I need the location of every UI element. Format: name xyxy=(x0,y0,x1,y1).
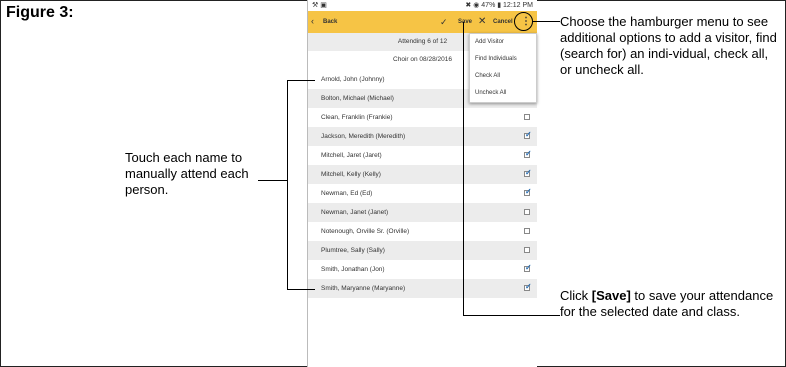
status-right: ✖ ◉ 47% ▮ 12:12 PM xyxy=(465,2,533,9)
check-icon: ✓ xyxy=(525,168,532,177)
list-item[interactable]: Smith, Maryanne (Maryanne) ✓ xyxy=(308,279,537,298)
attendance-checkbox[interactable]: ✓ xyxy=(524,187,532,196)
attendance-checkbox[interactable]: ✓ xyxy=(524,168,532,177)
app-bar: ‹ Back ✓ Save ✕ Cancel ⋮ xyxy=(308,11,537,33)
check-icon: ✓ xyxy=(525,282,532,291)
list-item[interactable]: Mitchell, Kelly (Kelly) ✓ xyxy=(308,165,537,184)
person-name: Mitchell, Kelly (Kelly) xyxy=(321,171,381,178)
list-item[interactable]: Smith, Jonathan (Jon) ✓ xyxy=(308,260,537,279)
back-icon[interactable]: ‹ xyxy=(311,16,314,26)
close-icon[interactable]: ✕ xyxy=(478,16,486,27)
save-button[interactable]: Save xyxy=(458,19,472,25)
list-item[interactable]: Clean, Franklin (Frankie) xyxy=(308,108,537,127)
cancel-button[interactable]: Cancel xyxy=(493,19,513,25)
attendance-checkbox[interactable] xyxy=(524,228,530,234)
attendance-checkbox[interactable] xyxy=(524,209,530,215)
check-icon: ✓ xyxy=(525,149,532,158)
list-item[interactable]: Mitchell, Jaret (Jaret) ✓ xyxy=(308,146,537,165)
list-item[interactable]: Newman, Ed (Ed) ✓ xyxy=(308,184,537,203)
names-bracket-vertical xyxy=(287,80,288,290)
check-icon: ✓ xyxy=(525,263,532,272)
person-name: Mitchell, Jaret (Jaret) xyxy=(321,152,382,159)
save-callout-vertical xyxy=(463,22,464,316)
attendance-checkbox[interactable]: ✓ xyxy=(524,130,532,139)
person-name: Smith, Maryanne (Maryanne) xyxy=(321,285,406,292)
person-name: Jackson, Meredith (Meredith) xyxy=(321,133,406,140)
menu-item[interactable]: Check All xyxy=(470,68,536,85)
menu-item[interactable]: Find Individuals xyxy=(470,51,536,68)
list-item[interactable]: Notenough, Orville Sr. (Orville) xyxy=(308,222,537,241)
status-left-icons: ⚒ ▣ xyxy=(312,2,327,9)
attendance-checkbox[interactable]: ✓ xyxy=(524,263,532,272)
person-name: Clean, Franklin (Frankie) xyxy=(321,114,393,121)
check-icon: ✓ xyxy=(525,130,532,139)
menu-highlight-circle xyxy=(514,12,533,31)
person-name: Newman, Janet (Janet) xyxy=(321,209,389,216)
menu-item[interactable]: Add Visitor xyxy=(470,34,536,51)
attendance-list: Arnold, John (Johnny) Bolton, Michael (Mi… xyxy=(308,70,537,298)
person-name: Plumtree, Sally (Sally) xyxy=(321,247,385,254)
attendance-checkbox[interactable] xyxy=(524,114,530,120)
save-annotation: Click [Save] to save your attendance for… xyxy=(560,288,782,320)
attendance-checkbox[interactable] xyxy=(524,247,530,253)
list-item[interactable]: Jackson, Meredith (Meredith) ✓ xyxy=(308,127,537,146)
menu-callout-line xyxy=(533,21,560,22)
person-name: Smith, Jonathan (Jon) xyxy=(321,266,385,273)
names-bracket-top xyxy=(287,80,315,81)
list-item[interactable]: Plumtree, Sally (Sally) xyxy=(308,241,537,260)
menu-item[interactable]: Uncheck All xyxy=(470,85,536,102)
attendance-checkbox[interactable]: ✓ xyxy=(524,282,532,291)
overflow-menu: Add Visitor Find Individuals Check All Unch… xyxy=(469,33,537,103)
names-annotation: Touch each name to manually attend each … xyxy=(125,150,249,197)
status-bar: ⚒ ▣ ✖ ◉ 47% ▮ 12:12 PM xyxy=(308,0,537,11)
check-icon[interactable]: ✓ xyxy=(440,17,448,28)
save-annotation-bold: [Save] xyxy=(591,288,631,303)
person-name: Newman, Ed (Ed) xyxy=(321,190,373,197)
names-callout-line xyxy=(258,180,287,181)
figure-label: Figure 3: xyxy=(6,4,74,21)
attendance-checkbox[interactable]: ✓ xyxy=(524,149,532,158)
menu-annotation: Choose the hamburger menu to see additio… xyxy=(560,14,777,77)
check-icon: ✓ xyxy=(525,187,532,196)
person-name: Bolton, Michael (Michael) xyxy=(321,95,394,102)
save-callout-horizontal xyxy=(463,315,560,316)
person-name: Notenough, Orville Sr. (Orville) xyxy=(321,228,410,235)
list-item[interactable]: Newman, Janet (Janet) xyxy=(308,203,537,222)
save-annotation-prefix: Click xyxy=(560,288,592,303)
back-button[interactable]: Back xyxy=(323,19,337,25)
names-bracket-bottom xyxy=(287,289,315,290)
person-name: Arnold, John (Johnny) xyxy=(321,76,385,83)
